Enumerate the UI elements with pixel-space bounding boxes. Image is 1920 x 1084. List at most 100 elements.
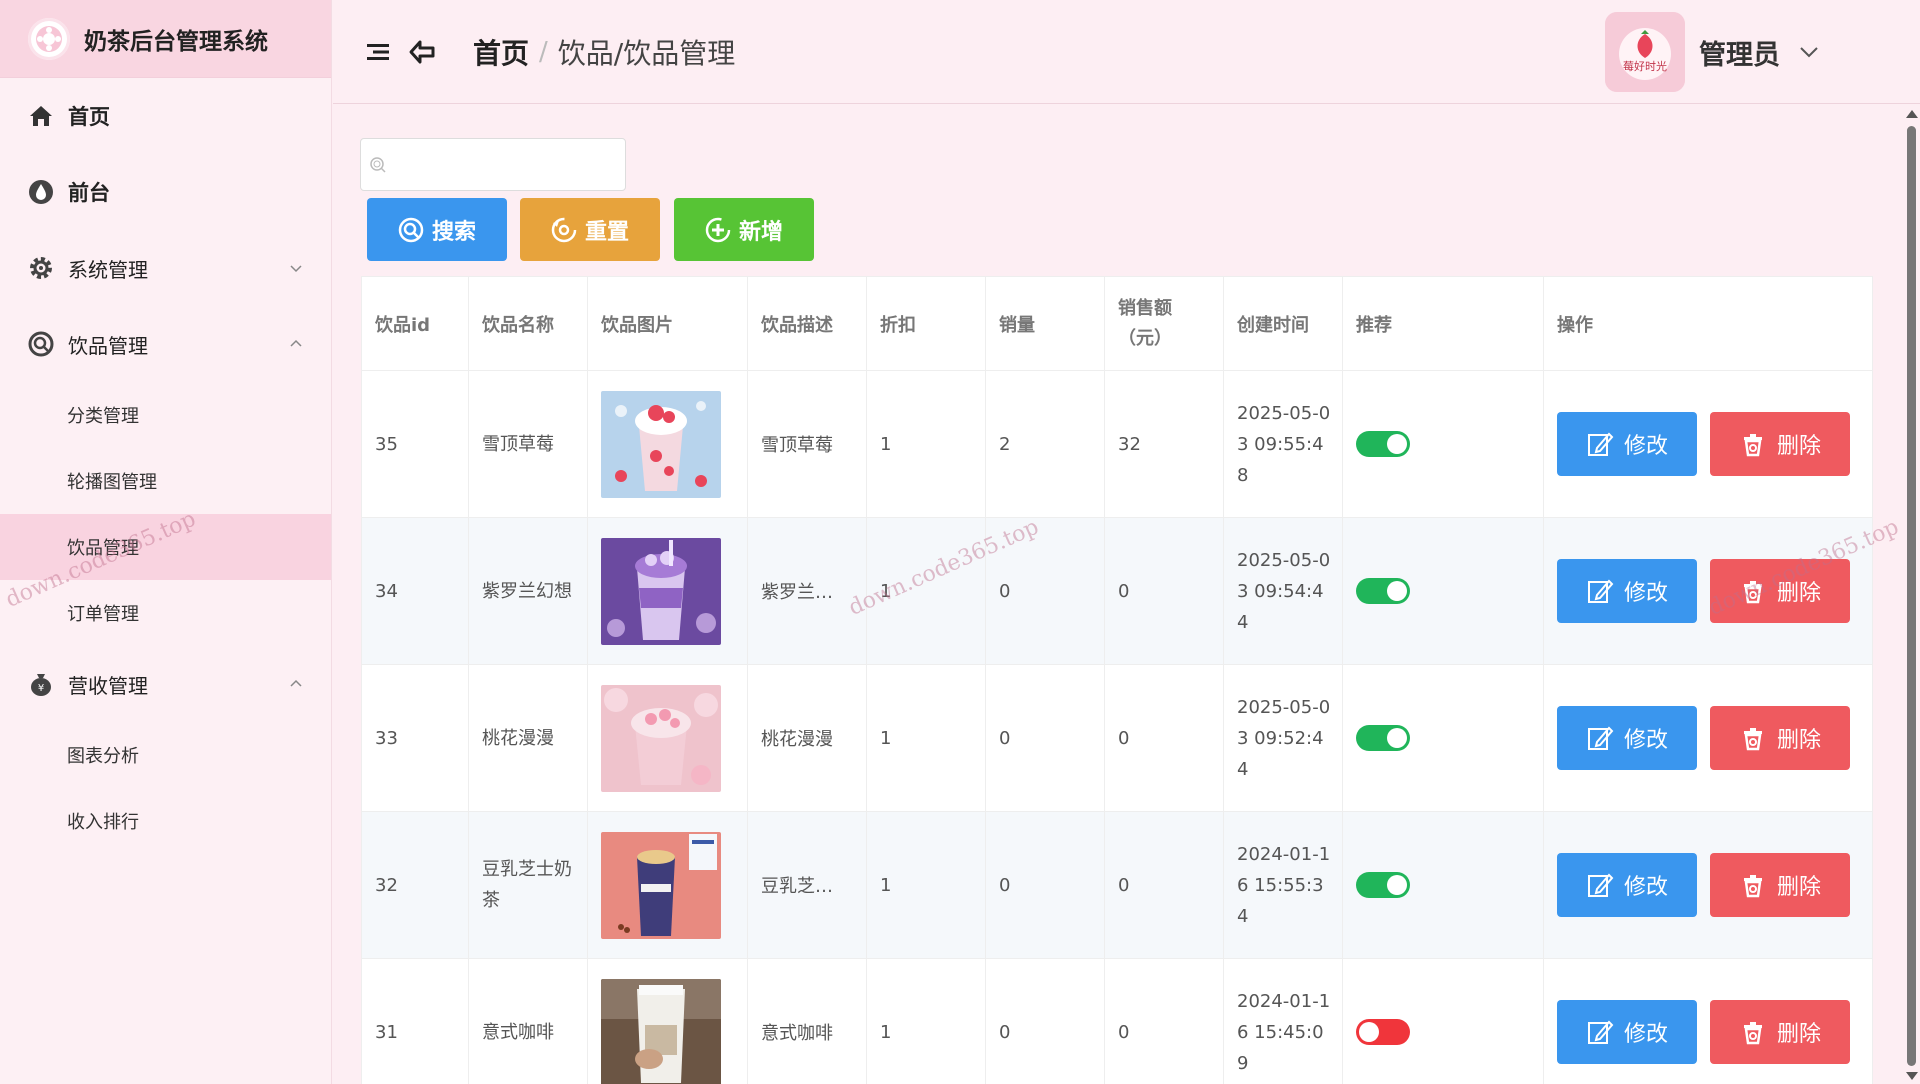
drink-amount: 0 [1105,812,1224,958]
drink-amount: 0 [1105,665,1224,811]
recommend-toggle[interactable] [1356,1019,1410,1045]
sidebar-item-label: 系统管理 [68,257,148,282]
sidebar-subitem-orders[interactable]: 订单管理 [0,580,331,646]
drink-amount: 0 [1105,518,1224,664]
sidebar-item-drinks[interactable]: 饮品管理 [0,306,331,382]
chevron-up-icon [290,679,302,687]
drink-description: 紫罗兰… [748,518,867,664]
search-box[interactable] [360,138,626,191]
actions-cell: 修改 删除 [1544,665,1854,811]
delete-button-label: 删除 [1776,434,1821,459]
add-button-label: 新增 [738,219,783,245]
delete-button-label: 删除 [1776,581,1821,606]
delete-button[interactable]: 删除 [1710,853,1850,917]
sidebar-subitem-chart[interactable]: 图表分析 [0,722,331,788]
sidebar-subitem-category[interactable]: 分类管理 [0,382,331,448]
drink-created: 2025-05-03 09:55:48 [1224,371,1343,517]
column-header: 推荐 [1343,277,1544,370]
drink-name: 意式咖啡 [469,959,588,1084]
scroll-down-arrow-icon[interactable] [1906,1072,1918,1080]
drink-image-cell [588,518,748,664]
drinks-table: 饮品id 饮品名称 饮品图片 饮品描述 折扣 销量 销售额（元） 创建时间 推荐… [361,276,1873,1084]
breadcrumb-home[interactable]: 首页 [473,32,529,72]
delete-button-label: 删除 [1776,875,1821,900]
drink-id: 32 [362,812,469,958]
edit-icon [1587,873,1614,897]
column-header: 创建时间 [1224,277,1343,370]
logo-icon [28,17,70,60]
breadcrumb-current: 饮品/饮品管理 [557,36,736,70]
chevron-down-icon [1800,47,1818,58]
add-button[interactable]: 新增 [674,198,814,261]
toggle-knob [1387,728,1407,748]
delete-button[interactable]: 删除 [1710,1000,1850,1064]
avatar[interactable]: 莓好时光 [1605,12,1685,92]
recommend-toggle[interactable] [1356,431,1410,457]
drink-image-cell [588,959,748,1084]
recommend-toggle[interactable] [1356,872,1410,898]
drink-name: 豆乳芝士奶茶 [469,812,588,958]
drink-discount: 1 [867,371,986,517]
sidebar-item-frontend[interactable]: 前台 [0,154,331,230]
drink-image-cell [588,812,748,958]
drink-name: 紫罗兰幻想 [469,518,588,664]
drink-amount: 0 [1105,959,1224,1084]
drink-name: 雪顶草莓 [469,371,588,517]
drink-image [601,537,721,645]
toggle-knob [1387,434,1407,454]
edit-button[interactable]: 修改 [1557,412,1697,476]
toggle-knob [1387,581,1407,601]
trash-icon [1743,581,1762,604]
back-arrow-icon[interactable] [407,37,437,67]
actions-cell: 修改 删除 [1544,959,1854,1084]
delete-button[interactable]: 删除 [1710,706,1850,770]
edit-button-label: 修改 [1623,728,1668,753]
reset-button[interactable]: 重置 [520,198,660,261]
drink-id: 35 [362,371,469,517]
drink-created: 2025-05-03 09:54:44 [1224,518,1343,664]
search-circle-icon [26,329,56,359]
edit-button-label: 修改 [1623,1022,1668,1047]
delete-button[interactable]: 删除 [1710,559,1850,623]
actions-cell: 修改 删除 [1544,812,1854,958]
vertical-scrollbar[interactable] [1903,104,1920,1084]
sidebar-subitem-drinks[interactable]: 饮品管理 [0,514,331,580]
search-icon [370,156,386,173]
scroll-up-arrow-icon[interactable] [1906,110,1918,118]
sidebar-subitem-carousel[interactable]: 轮播图管理 [0,448,331,514]
recommend-toggle[interactable] [1356,725,1410,751]
drink-created: 2025-05-03 09:52:44 [1224,665,1343,811]
app-title: 奶茶后台管理系统 [84,28,268,55]
sidebar-item-home[interactable]: 首页 [0,78,331,154]
scroll-thumb[interactable] [1907,126,1916,1066]
recommend-cell [1343,812,1544,958]
main-panel: 搜索 重置 新增 饮品id 饮品名称 饮品图片 饮品描述 折扣 销量 销售额（元… [333,105,1903,1084]
user-menu[interactable]: 莓好时光 管理员 [1605,12,1820,92]
sidebar-item-revenue[interactable]: ¥ 营收管理 [0,646,331,722]
user-name: 管理员 [1699,39,1780,71]
menu-toggle-icon[interactable] [363,37,393,67]
gear-icon [26,253,56,283]
drink-amount: 32 [1105,371,1224,517]
recommend-toggle[interactable] [1356,578,1410,604]
sidebar-subitem-ranking[interactable]: 收入排行 [0,788,331,854]
drink-created: 2024-01-16 15:55:34 [1224,812,1343,958]
table-row: 33 桃花漫漫 桃花漫漫 1 0 0 2025-05-03 09:52:44 修… [362,665,1872,812]
drink-description: 豆乳芝… [748,812,867,958]
logo-bar: 奶茶后台管理系统 [0,0,331,78]
search-button-label: 搜索 [431,219,476,245]
drink-image [601,390,721,498]
edit-button[interactable]: 修改 [1557,706,1697,770]
column-header: 操作 [1557,314,1593,336]
edit-button[interactable]: 修改 [1557,1000,1697,1064]
table-row: 34 紫罗兰幻想 紫罗兰… 1 0 0 2025-05-03 09:54:44 … [362,518,1872,665]
edit-button[interactable]: 修改 [1557,559,1697,623]
recommend-cell [1343,371,1544,517]
search-input[interactable] [395,154,615,175]
delete-button[interactable]: 删除 [1710,412,1850,476]
sidebar-item-system[interactable]: 系统管理 [0,230,331,306]
search-button[interactable]: 搜索 [367,198,507,261]
edit-button[interactable]: 修改 [1557,853,1697,917]
drink-image-cell [588,665,748,811]
drink-sales: 0 [986,518,1105,664]
